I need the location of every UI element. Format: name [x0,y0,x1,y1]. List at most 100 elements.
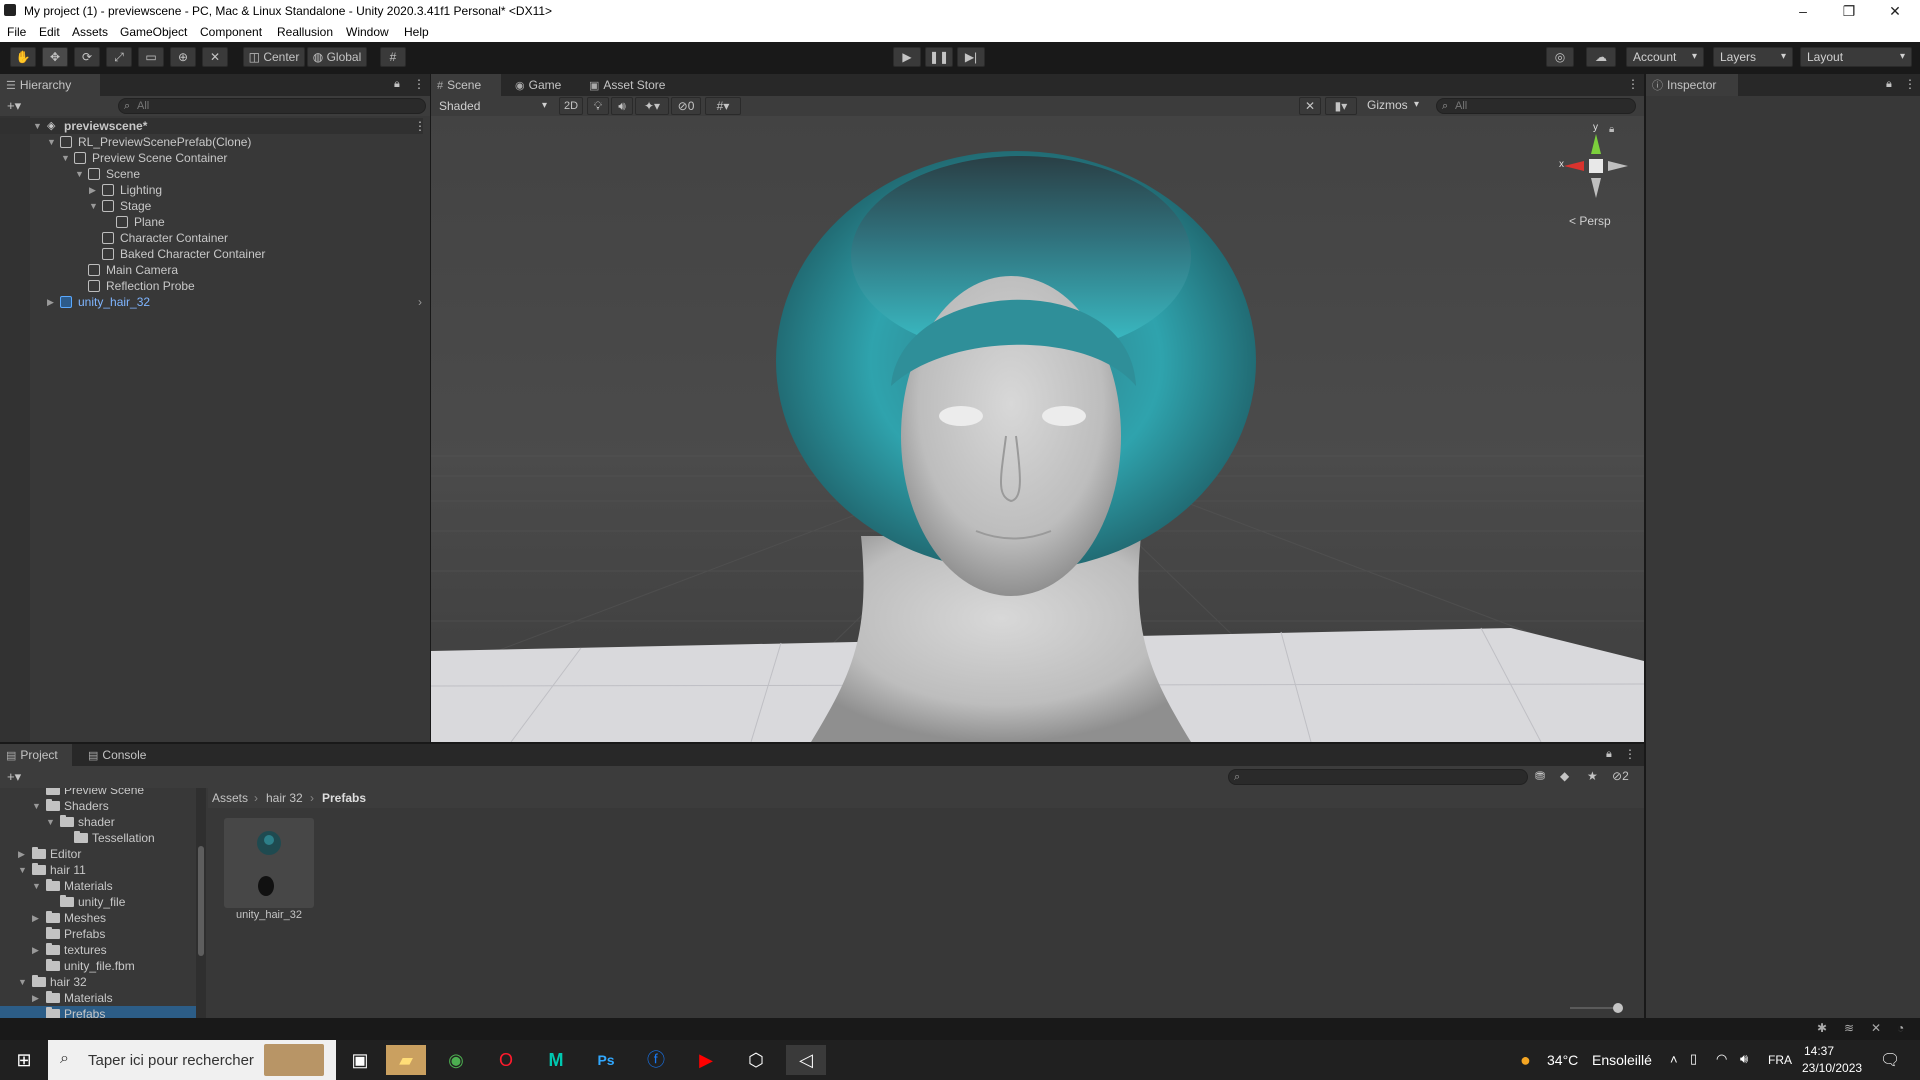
grid-dropdown-icon[interactable]: #▾ [705,97,741,115]
menu-file[interactable]: File [7,25,26,39]
taskbar-search-box[interactable]: ⌕ Taper ici pour rechercher [48,1040,336,1080]
folder-item[interactable]: ▼ Shaders [0,798,200,814]
hierarchy-search-input[interactable]: All [118,98,426,114]
hierarchy-item-previewscene[interactable]: ▼ ◈ previewscene* ⋮ [0,118,426,134]
cache-icon[interactable]: ≋ [1844,1021,1854,1035]
clock-time[interactable]: 14:37 [1804,1044,1834,1058]
layers-dropdown[interactable]: Layers [1713,47,1793,67]
expand-arrow-icon[interactable]: ▼ [18,974,27,990]
bug-icon[interactable]: ✱ [1817,1021,1827,1035]
project-more-icon[interactable]: ⋮ [1624,747,1636,761]
notification-icon[interactable]: 🗨︎ [1880,1050,1900,1070]
tab-console[interactable]: ▤ Console [82,744,162,766]
step-button[interactable]: ▶| [957,47,985,67]
more-options-icon[interactable]: ⋮ [413,77,425,91]
expand-arrow-icon[interactable]: ▼ [61,150,70,166]
scene-viewport[interactable]: x y 🔒︎ < Persp [431,116,1644,742]
expand-arrow-icon[interactable]: ▼ [18,862,27,878]
collapse-arrow-icon[interactable]: ▶ [32,942,39,958]
menu-window[interactable]: Window [346,25,389,39]
pause-button[interactable]: ❚❚ [925,47,953,67]
perspective-label[interactable]: < Persp [1569,214,1611,228]
scene-search-input[interactable]: All [1436,98,1636,114]
inspector-more-icon[interactable]: ⋮ [1904,77,1916,91]
folder-item[interactable]: unity_file [0,894,200,910]
menu-gameobject[interactable]: GameObject [120,25,187,39]
unity-editor-icon[interactable]: ◁ [786,1045,826,1075]
opera-icon[interactable]: O [486,1045,526,1075]
folder-item[interactable]: ▶ Editor [0,846,200,862]
hierarchy-item-scene[interactable]: ▼ Scene [0,166,423,182]
menu-assets[interactable]: Assets [72,25,108,39]
file-explorer-icon[interactable]: ▰ [386,1045,426,1075]
move-tool-icon[interactable]: ✥ [42,47,68,67]
weather-desc[interactable]: Ensoleillé [1592,1052,1652,1068]
clock-date[interactable]: 23/10/2023 [1802,1061,1862,1075]
effects-dropdown-icon[interactable]: ✦▾ [635,97,669,115]
search-by-label-icon[interactable]: ◆ [1560,769,1569,783]
create-asset-button[interactable]: +▾ [7,769,21,785]
wifi-icon[interactable]: ◠ [1716,1051,1727,1067]
marvelous-designer-icon[interactable]: M [536,1045,576,1075]
gizmo-lock-icon[interactable]: 🔒︎ [1609,124,1614,135]
pivot-center-button[interactable]: ◫ Center [243,47,305,67]
search-by-type-icon[interactable]: ⛃ [1535,769,1545,783]
custom-tool-icon[interactable]: ✕ [202,47,228,67]
minimize-button[interactable]: – [1780,0,1826,22]
tab-hierarchy[interactable]: ☰ Hierarchy [0,74,100,96]
tab-asset-store[interactable]: ▣ Asset Store [583,74,683,96]
task-view-icon[interactable]: ▣ [340,1045,380,1075]
folder-item-selected[interactable]: Prefabs [0,1006,196,1018]
inspector-lock-icon[interactable]: 🔒︎ [1886,78,1892,91]
volume-icon[interactable]: 🔊︎ [1740,1051,1748,1067]
folder-item[interactable]: Tessellation [0,830,200,846]
hierarchy-item-plane[interactable]: Plane [0,214,423,230]
add-object-button[interactable]: +▾ [7,98,21,114]
tab-project[interactable]: ▤ Project [0,744,72,766]
rect-tool-icon[interactable]: ▭ [138,47,164,67]
hierarchy-item-stage[interactable]: ▼ Stage [0,198,423,214]
youtube-icon[interactable]: ▶ [686,1045,726,1075]
hierarchy-item-preview-scene-container[interactable]: ▼ Preview Scene Container [0,150,423,166]
breadcrumb-prefabs[interactable]: Prefabs [322,791,366,805]
menu-component[interactable]: Component [200,25,262,39]
hierarchy-item-baked-character-container[interactable]: Baked Character Container [0,246,423,262]
windows-start-icon[interactable]: ⊞ [4,1045,44,1075]
2d-mode-toggle[interactable]: 2D [559,97,583,115]
account-dropdown[interactable]: Account [1626,47,1704,67]
expand-arrow-icon[interactable]: ▼ [33,118,42,134]
slider-handle[interactable] [1613,1003,1623,1013]
collapse-arrow-icon[interactable]: ▶ [32,910,39,926]
folder-tree-scrollbar[interactable] [196,788,206,1018]
chrome-icon[interactable]: ◉ [436,1045,476,1075]
folder-item[interactable]: Preview Scene [0,788,200,798]
project-lock-icon[interactable]: 🔒︎ [1606,748,1612,761]
folder-item[interactable]: Prefabs [0,926,200,942]
tools-icon[interactable]: ✕ [1299,97,1321,115]
lighting-toggle-icon[interactable]: 💡︎ [587,97,609,115]
space-global-button[interactable]: ◍ Global [307,47,367,67]
favorite-star-icon[interactable]: ★ [1587,769,1598,783]
collapse-arrow-icon[interactable]: ▶ [32,990,39,1006]
play-button[interactable]: ▶ [893,47,921,67]
hierarchy-item-unity-hair-32[interactable]: ▶ unity_hair_32 › [0,294,423,310]
expand-arrow-icon[interactable]: ▼ [89,198,98,214]
grid-snap-icon[interactable]: # [380,47,406,67]
tray-device-icon[interactable]: ▯ [1690,1051,1697,1067]
collapse-arrow-icon[interactable]: ▶ [89,182,96,198]
close-button[interactable]: ✕ [1872,0,1918,22]
folder-item[interactable]: ▼ Materials [0,878,200,894]
scrollbar-thumb[interactable] [198,846,204,956]
photoshop-icon[interactable]: Ps [586,1045,626,1075]
tab-game[interactable]: ◉ Game [509,74,575,96]
hand-tool-icon[interactable]: ✋ [10,47,36,67]
folder-item[interactable]: ▼ hair 11 [0,862,200,878]
collapse-arrow-icon[interactable]: ▶ [18,846,25,862]
scene-more-options-icon[interactable]: ⋮ [1627,77,1639,91]
collapse-arrow-icon[interactable]: ▶ [47,294,54,310]
folder-item[interactable]: ▶ Meshes [0,910,200,926]
hierarchy-item-lighting[interactable]: ▶ Lighting [0,182,423,198]
scale-tool-icon[interactable]: ⤢ [106,47,132,67]
folder-item[interactable]: ▼ shader [0,814,200,830]
menu-help[interactable]: Help [404,25,429,39]
